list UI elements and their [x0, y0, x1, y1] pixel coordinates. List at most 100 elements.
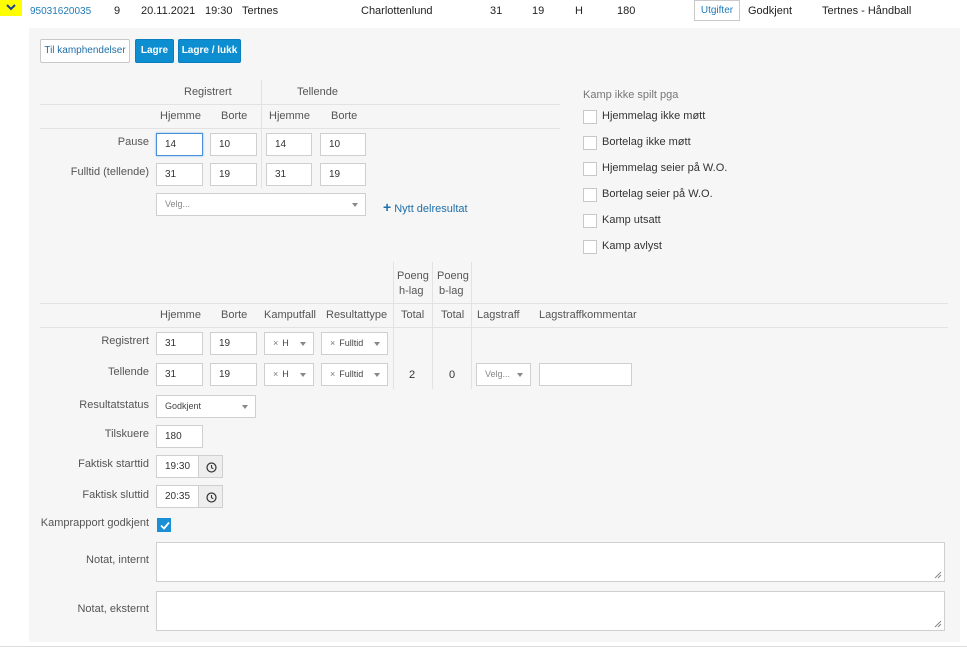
select-placeholder: Velg... [485, 369, 511, 379]
resize-grip-icon[interactable] [934, 571, 942, 579]
points-total-away: 0 [449, 369, 456, 381]
col-header-team-penalty: Lagstraff [477, 309, 520, 321]
col-header-result-type: Resultattype [326, 309, 388, 321]
checkbox-label: Kamp avlyst [602, 240, 662, 252]
row-label-pause: Pause [117, 136, 149, 148]
checkbox-cancelled[interactable] [583, 240, 597, 254]
venue-flag: H [575, 5, 583, 17]
away-team: Charlottenlund [361, 5, 433, 17]
team-penalty-comment-input[interactable] [539, 363, 632, 386]
note-internal-label: Notat, internt [86, 554, 149, 566]
col-header-total-home: Total [401, 309, 425, 321]
checkbox-label: Hjemmelag seier på W.O. [602, 162, 728, 174]
col-header-home: Hjemme [160, 309, 201, 321]
registered-away-input[interactable]: 19 [210, 332, 257, 355]
select-value: Fulltid [339, 338, 364, 348]
divider [0, 646, 967, 647]
chevron-down-icon [6, 4, 16, 11]
col-header-away: Borte [221, 110, 248, 122]
registered-result-type-select[interactable]: × Fulltid [321, 332, 388, 355]
fulltime-registered-away-input[interactable]: 19 [210, 163, 257, 186]
fulltime-counting-home-input[interactable]: 31 [266, 163, 312, 186]
points-total-home: 2 [409, 369, 416, 381]
tournament-name: Tertnes - Håndball [822, 5, 912, 17]
col-header-total-away: Total [441, 309, 465, 321]
divider [471, 262, 472, 389]
start-time-picker-button[interactable] [198, 455, 223, 478]
match-date: 20.11.2021 [141, 5, 196, 17]
spectators-count: 180 [617, 5, 636, 17]
checkbox-label: Bortelag ikke møtt [602, 136, 691, 148]
checkbox-postponed[interactable] [583, 214, 597, 228]
col-header-home: Hjemme [269, 110, 310, 122]
select-value: H [282, 338, 289, 348]
pause-counting-home-input[interactable]: 14 [266, 133, 312, 156]
spectators-label: Tilskuere [104, 428, 149, 440]
home-team: Tertnes [242, 5, 279, 17]
counting-away-input[interactable]: 19 [210, 363, 257, 386]
match-number-link[interactable]: 95031620035 [30, 6, 91, 17]
counting-home-input[interactable]: 31 [156, 363, 203, 386]
caret-down-icon [374, 342, 380, 346]
counting-result-type-select[interactable]: × Fulltid [321, 363, 388, 386]
checkbox-label: Hjemmelag ikke møtt [602, 110, 706, 122]
pause-registered-away-input[interactable]: 10 [210, 133, 257, 156]
select-value: Godkjent [165, 401, 202, 411]
checkbox-away-wo[interactable] [583, 188, 597, 202]
checkbox-home-wo[interactable] [583, 162, 597, 176]
save-close-button[interactable]: Lagre / lukk [178, 39, 241, 63]
report-approved-label: Kamprapport godkjent [40, 517, 149, 529]
row-label-fulltime: Fulltid (tellende) [70, 166, 149, 178]
team-penalty-select[interactable]: Velg... [476, 363, 531, 386]
checkbox-away-no-show[interactable] [583, 136, 597, 150]
fulltime-registered-home-input[interactable]: 31 [156, 163, 203, 186]
end-time-picker-button[interactable] [198, 485, 223, 508]
col-header-away: Borte [331, 110, 358, 122]
end-time-input[interactable]: 20:35 [156, 485, 199, 508]
divider [393, 262, 394, 389]
away-goals: 19 [532, 5, 545, 17]
checkbox-home-no-show[interactable] [583, 110, 597, 124]
caret-down-icon [517, 373, 523, 377]
end-time-label: Faktisk sluttid [82, 489, 149, 501]
result-status-label: Resultatstatus [79, 399, 149, 411]
points-away-header: b-lag [439, 285, 464, 297]
add-partial-result-link[interactable]: + Nytt delresultat [383, 199, 468, 215]
match-events-button[interactable]: Til kamphendelser [40, 39, 130, 63]
caret-down-icon [374, 373, 380, 377]
col-header-away: Borte [221, 309, 248, 321]
clear-icon[interactable]: × [273, 338, 278, 348]
divider [261, 80, 262, 188]
note-internal-textarea[interactable] [156, 542, 945, 582]
pause-registered-home-input[interactable]: 14 [156, 133, 203, 156]
divider [432, 262, 433, 389]
expenses-button[interactable]: Utgifter [694, 0, 740, 21]
start-time-input[interactable]: 19:30 [156, 455, 199, 478]
divider [40, 303, 948, 304]
clear-icon[interactable]: × [330, 369, 335, 379]
col-header-team-penalty-comment: Lagstraffkommentar [539, 309, 637, 321]
clear-icon[interactable]: × [330, 338, 335, 348]
resize-grip-icon[interactable] [934, 620, 942, 628]
partial-result-select[interactable]: Velg... [156, 193, 366, 216]
fulltime-counting-away-input[interactable]: 19 [320, 163, 366, 186]
note-external-textarea[interactable] [156, 591, 945, 631]
expand-toggle[interactable] [0, 0, 22, 16]
spectators-input[interactable]: 180 [156, 425, 203, 448]
registered-home-input[interactable]: 31 [156, 332, 203, 355]
checkbox-label: Bortelag seier på W.O. [602, 188, 713, 200]
counting-outcome-select[interactable]: × H [264, 363, 314, 386]
caret-down-icon [352, 203, 358, 207]
select-value: H [282, 369, 289, 379]
clear-icon[interactable]: × [273, 369, 278, 379]
report-approved-checkbox[interactable] [157, 518, 171, 532]
checkbox-label: Kamp utsatt [602, 214, 661, 226]
save-button[interactable]: Lagre [135, 39, 174, 63]
pause-counting-away-input[interactable]: 10 [320, 133, 366, 156]
result-status-select[interactable]: Godkjent [156, 395, 256, 418]
col-header-outcome: Kamputfall [264, 309, 316, 321]
checkmark-icon [160, 521, 170, 530]
match-status: Godkjent [748, 5, 793, 17]
divider [40, 128, 560, 129]
registered-outcome-select[interactable]: × H [264, 332, 314, 355]
